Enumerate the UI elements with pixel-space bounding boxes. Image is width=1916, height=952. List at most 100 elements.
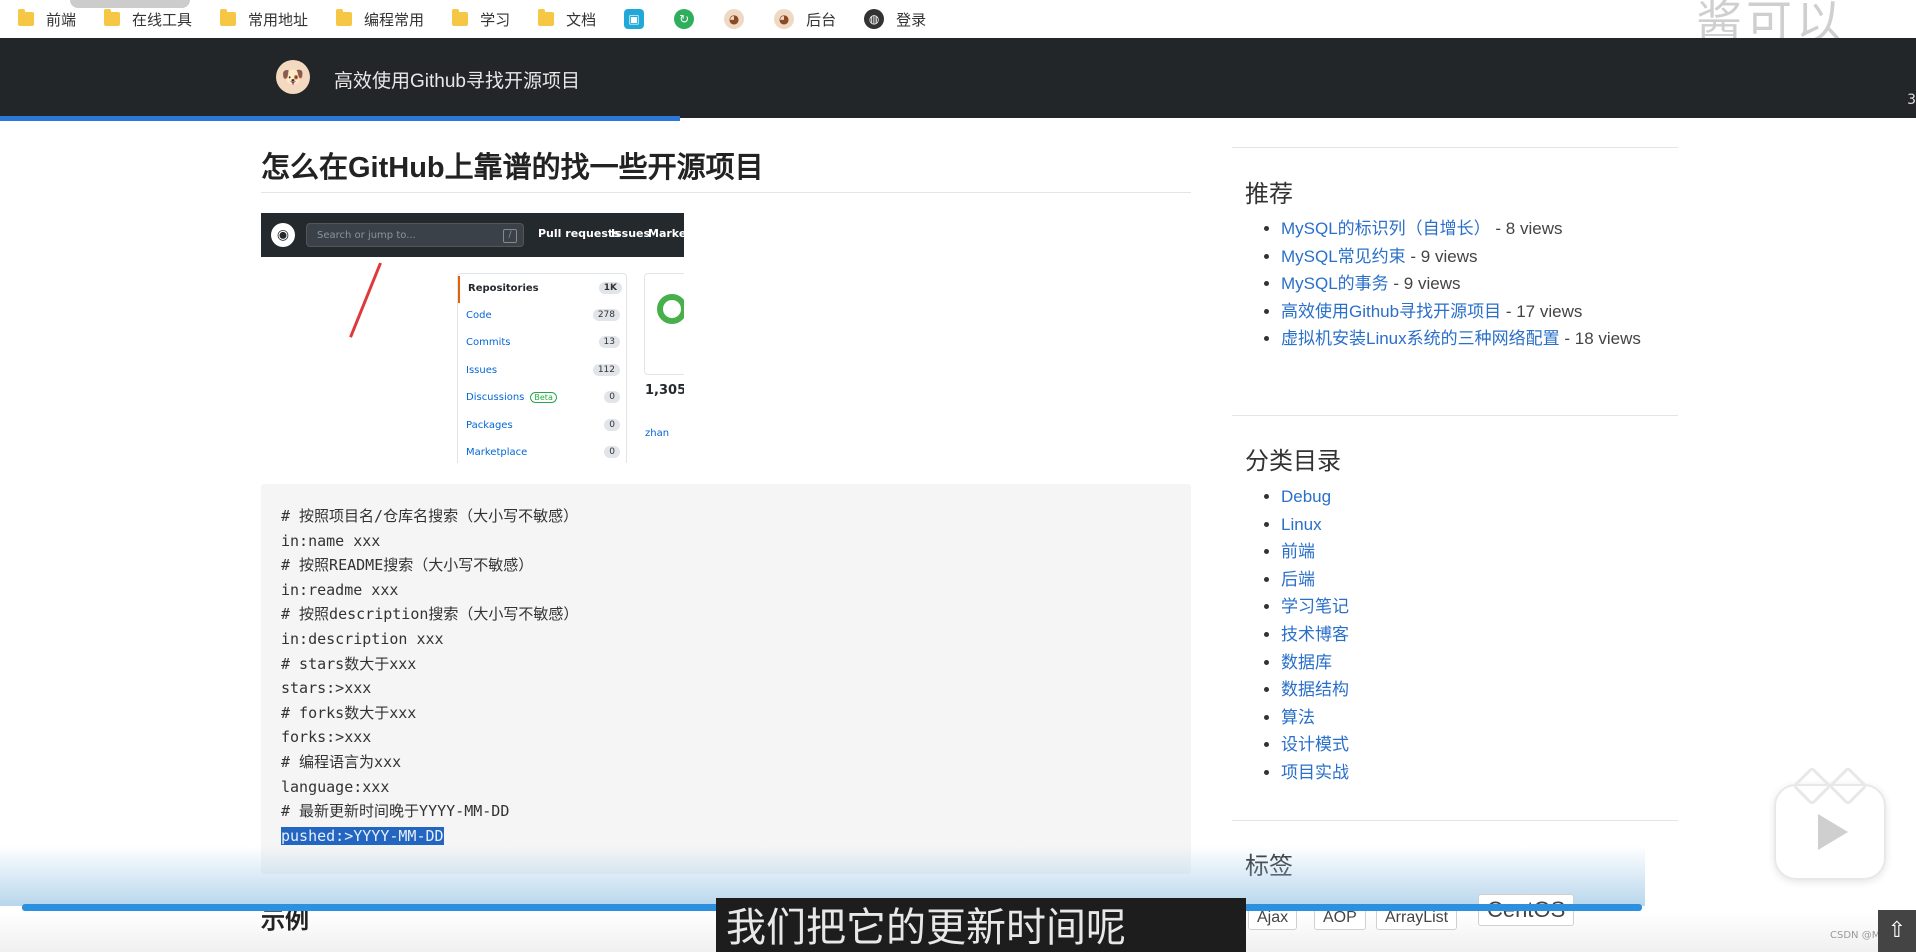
- bookmark-item[interactable]: 前端: [18, 9, 76, 30]
- github-header: ◉ Search or jump to... / Pull requests I…: [261, 213, 684, 257]
- green-ring-icon: [657, 294, 684, 324]
- github-avatar-card: [644, 273, 684, 375]
- category-link[interactable]: 前端: [1281, 542, 1315, 561]
- bookmark-item[interactable]: 在线工具: [104, 9, 192, 30]
- github-menu-item: Packages 0: [458, 413, 626, 440]
- category-link[interactable]: 项目实战: [1281, 763, 1349, 782]
- bookmark-login[interactable]: ◍ 登录: [864, 9, 926, 30]
- bookmark-bilibili[interactable]: ▣: [624, 9, 656, 29]
- github-nav-marketplace: Marketp: [648, 227, 684, 240]
- folder-icon: [336, 9, 353, 26]
- recommend-link[interactable]: 虚拟机安装Linux系统的三种网络配置: [1281, 329, 1560, 348]
- slash-key-icon: /: [503, 229, 517, 243]
- code-line: # 最新更新时间晚于YYYY-MM-DD: [281, 802, 510, 821]
- code-line-selected: pushed:>YYYY-MM-DD: [281, 824, 578, 849]
- view-count: - 9 views: [1388, 274, 1461, 294]
- code-lines: # 按照项目名/仓库名搜索（大小写不敏感） in:name xxx # 按照READ…: [281, 504, 578, 848]
- category-link[interactable]: 数据结构: [1281, 680, 1349, 699]
- folder-icon: [104, 9, 121, 26]
- scroll-top-button[interactable]: ⇧: [1878, 910, 1916, 952]
- github-filter-menu: Repositories 1K Code 278 Commits 13 Issues 1…: [457, 273, 627, 463]
- code-line: stars:>xxx: [281, 679, 372, 698]
- category-link[interactable]: 数据库: [1281, 653, 1332, 672]
- audio-waveform: [0, 846, 1645, 906]
- category-link[interactable]: Linux: [1281, 515, 1322, 534]
- code-line: in:description xxx: [281, 629, 444, 648]
- bookmark-refresh[interactable]: ↻: [674, 9, 706, 29]
- category-link[interactable]: 技术博客: [1281, 625, 1349, 644]
- category-item: 数据库: [1281, 649, 1661, 677]
- category-item: 数据结构: [1281, 676, 1661, 704]
- tab-stub: [70, 0, 190, 8]
- category-item: 算法: [1281, 704, 1661, 732]
- category-link[interactable]: 设计模式: [1281, 735, 1349, 754]
- category-item: 学习笔记: [1281, 593, 1661, 621]
- site-logo-icon[interactable]: 🐶: [276, 60, 310, 94]
- bookmark-label: 登录: [896, 10, 927, 29]
- category-item: 前端: [1281, 538, 1661, 566]
- play-button[interactable]: [1774, 784, 1886, 880]
- bookmark-item[interactable]: 编程常用: [336, 9, 424, 30]
- github-search-box: Search or jump to... /: [306, 223, 524, 247]
- category-link[interactable]: Debug: [1281, 487, 1331, 506]
- recommend-item: MySQL常见约束 - 9 views: [1281, 243, 1661, 271]
- video-subtitle: 我们把它的更新时间呢: [716, 898, 1246, 952]
- category-link[interactable]: 后端: [1281, 570, 1315, 589]
- reading-progress-bar: [0, 116, 680, 121]
- github-menu-item: Marketplace 0: [458, 440, 626, 463]
- view-count: - 18 views: [1559, 329, 1641, 349]
- github-logo-icon: ◉: [271, 223, 295, 247]
- divider: [1232, 147, 1678, 148]
- category-link[interactable]: 学习笔记: [1281, 597, 1349, 616]
- github-screenshot-image: ◉ Search or jump to... / Pull requests I…: [261, 213, 684, 463]
- recommend-item: 虚拟机安装Linux系统的三种网络配置 - 18 views: [1281, 325, 1661, 353]
- code-line: # 按照README搜索（大小写不敏感）: [281, 556, 534, 575]
- category-item: 后端: [1281, 566, 1661, 594]
- code-block[interactable]: # 按照项目名/仓库名搜索（大小写不敏感） in:name xxx # 按照READ…: [261, 484, 1191, 874]
- folder-icon: [220, 9, 237, 26]
- view-count: - 9 views: [1405, 246, 1478, 266]
- code-line: language:xxx: [281, 777, 390, 796]
- recommend-heading: 推荐: [1245, 180, 1293, 208]
- bookmark-fox[interactable]: ◕: [724, 9, 756, 29]
- folder-icon: [538, 9, 555, 26]
- folder-icon: [18, 9, 34, 26]
- github-user-link: zhan: [645, 428, 670, 439]
- github-search-placeholder: Search or jump to...: [317, 230, 416, 241]
- text-selection: pushed:>YYYY-MM-DD: [281, 826, 444, 845]
- github-menu-item: Discussions Beta 0: [458, 385, 626, 412]
- category-item: 技术博客: [1281, 621, 1661, 649]
- github-result-count: 1,305: [645, 383, 684, 398]
- category-item: 项目实战: [1281, 759, 1661, 787]
- site-title[interactable]: 高效使用Github寻找开源项目: [334, 66, 580, 93]
- code-line: # forks数大于xxx: [281, 703, 417, 722]
- github-menu-item: Code 278: [458, 303, 626, 330]
- recommend-link[interactable]: MySQL常见约束: [1281, 247, 1406, 266]
- bookmark-label: 前端: [46, 10, 77, 29]
- recommend-list: MySQL的标识列（自增长） - 8 viewsMySQL常见约束 - 9 vi…: [1281, 215, 1661, 353]
- recommend-item: MySQL的事务 - 9 views: [1281, 270, 1661, 298]
- code-line: in:name xxx: [281, 531, 381, 550]
- bookmark-label: 编程常用: [364, 10, 425, 29]
- category-link[interactable]: 算法: [1281, 708, 1315, 727]
- bookmark-item[interactable]: 学习: [452, 9, 510, 30]
- bookmarks-bar: 前端 在线工具 常用地址 编程常用 学习 文档 ▣ ↻ ◕ ◕ 后台 ◍ 登录: [0, 0, 1916, 38]
- recommend-link[interactable]: MySQL的标识列（自增长）: [1281, 219, 1491, 238]
- folder-icon: [452, 9, 469, 26]
- view-count: - 17 views: [1501, 301, 1583, 321]
- github-menu-item: Commits 13: [458, 330, 626, 357]
- divider: [1232, 820, 1678, 821]
- recommend-item: MySQL的标识列（自增长） - 8 views: [1281, 215, 1661, 243]
- nav-right-text: 3: [1907, 92, 1916, 108]
- bilibili-icon: ▣: [624, 9, 645, 29]
- category-item: 设计模式: [1281, 731, 1661, 759]
- recommend-item: 高效使用Github寻找开源项目 - 17 views: [1281, 298, 1661, 326]
- bookmark-backend[interactable]: ◕ 后台: [774, 9, 836, 30]
- recommend-link[interactable]: MySQL的事务: [1281, 274, 1389, 293]
- bookmark-item[interactable]: 文档: [538, 9, 596, 30]
- recommend-link[interactable]: 高效使用Github寻找开源项目: [1281, 302, 1501, 321]
- github-nav-issues: Issues: [611, 227, 651, 240]
- code-line: # stars数大于xxx: [281, 654, 417, 673]
- bookmark-item[interactable]: 常用地址: [220, 9, 308, 30]
- code-line: # 编程语言为xxx: [281, 752, 402, 771]
